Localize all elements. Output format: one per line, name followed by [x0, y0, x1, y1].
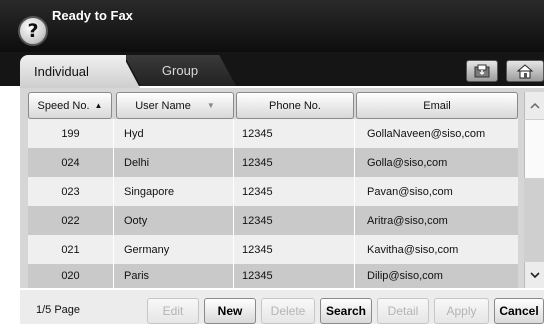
speed-no-cell: 022 [28, 206, 114, 235]
tab-individual[interactable]: Individual [20, 55, 126, 88]
speed-no-cell: 021 [28, 235, 114, 264]
search-button[interactable]: Search [320, 298, 372, 324]
user-name-cell: Delhi [114, 148, 234, 177]
scroll-up-button[interactable] [524, 92, 544, 119]
table-row[interactable]: 022 Ooty 12345 Aritra@siso,com [28, 206, 518, 235]
tab-group-label: Group [161, 63, 199, 78]
column-header-label: Phone No. [269, 99, 321, 112]
phone-no-cell: 12345 [234, 148, 355, 177]
column-header-label: Email [423, 99, 451, 112]
new-button[interactable]: New [204, 298, 256, 324]
phone-no-cell: 12345 [234, 235, 355, 264]
email-cell: Pavan@siso,com [367, 185, 453, 198]
email-cell: Kavitha@siso,com [367, 243, 459, 256]
phone-no-cell: 12345 [234, 206, 355, 235]
column-header-label: Speed No. [37, 99, 90, 112]
home-button[interactable] [506, 60, 544, 82]
speed-no-cell: 024 [28, 148, 114, 177]
user-name-cell: Singapore [114, 177, 234, 206]
detail-button[interactable]: Detail [377, 298, 429, 324]
column-header-user-name[interactable]: User Name ▼ [116, 92, 234, 119]
email-cell: GollaNaveen@siso,com [367, 127, 486, 140]
page-indicator: 1/5 Page [36, 304, 81, 316]
delete-button[interactable]: Delete [261, 298, 315, 324]
table-row[interactable]: 020 Paris 12345 Dilip@siso,com [28, 264, 518, 288]
help-icon: ? [27, 20, 39, 42]
user-name-cell: Ooty [114, 206, 234, 235]
email-cell: Dilip@siso,com [367, 270, 443, 282]
tab-group[interactable]: Group [124, 55, 236, 86]
tab-individual-label: Individual [34, 64, 89, 79]
scroll-down-button[interactable] [524, 262, 544, 288]
table-row[interactable]: 024 Delhi 12345 Golla@siso,com [28, 148, 518, 177]
column-header-label: User Name [135, 99, 191, 112]
cancel-button[interactable]: Cancel [494, 298, 544, 324]
column-header-speed-no[interactable]: Speed No. ▲ [28, 92, 112, 119]
table-row[interactable]: 021 Germany 12345 Kavitha@siso,com [28, 235, 518, 264]
address-book-icon [474, 64, 490, 78]
scrollbar-thumb[interactable] [524, 120, 544, 178]
email-cell: Aritra@siso,com [367, 214, 448, 227]
column-header-email[interactable]: Email [356, 92, 518, 119]
table-row[interactable]: 023 Singapore 12345 Pavan@siso,com [28, 177, 518, 206]
user-name-cell: Paris [114, 264, 234, 288]
apply-button[interactable]: Apply [434, 298, 489, 324]
page-title: Ready to Fax [52, 8, 133, 23]
home-icon [516, 64, 534, 79]
user-name-cell: Germany [114, 235, 234, 264]
edit-button[interactable]: Edit [147, 298, 199, 324]
phone-no-cell: 12345 [234, 264, 355, 288]
column-header-phone-no[interactable]: Phone No. [236, 92, 354, 119]
help-button[interactable]: ? [18, 16, 48, 46]
chevron-up-icon [529, 102, 540, 109]
email-cell: Golla@siso,com [367, 156, 448, 169]
address-book-button[interactable] [466, 60, 498, 82]
speed-no-cell: 020 [28, 264, 114, 288]
phone-no-cell: 12345 [234, 119, 355, 148]
dropdown-arrow-icon: ▼ [206, 101, 215, 110]
sort-ascending-icon: ▲ [94, 101, 103, 110]
chevron-down-icon [529, 271, 540, 278]
table-row[interactable]: 199 Hyd 12345 GollaNaveen@siso,com [28, 119, 518, 148]
user-name-cell: Hyd [114, 119, 234, 148]
phone-no-cell: 12345 [234, 177, 355, 206]
speed-no-cell: 023 [28, 177, 114, 206]
speed-no-cell: 199 [28, 119, 114, 148]
